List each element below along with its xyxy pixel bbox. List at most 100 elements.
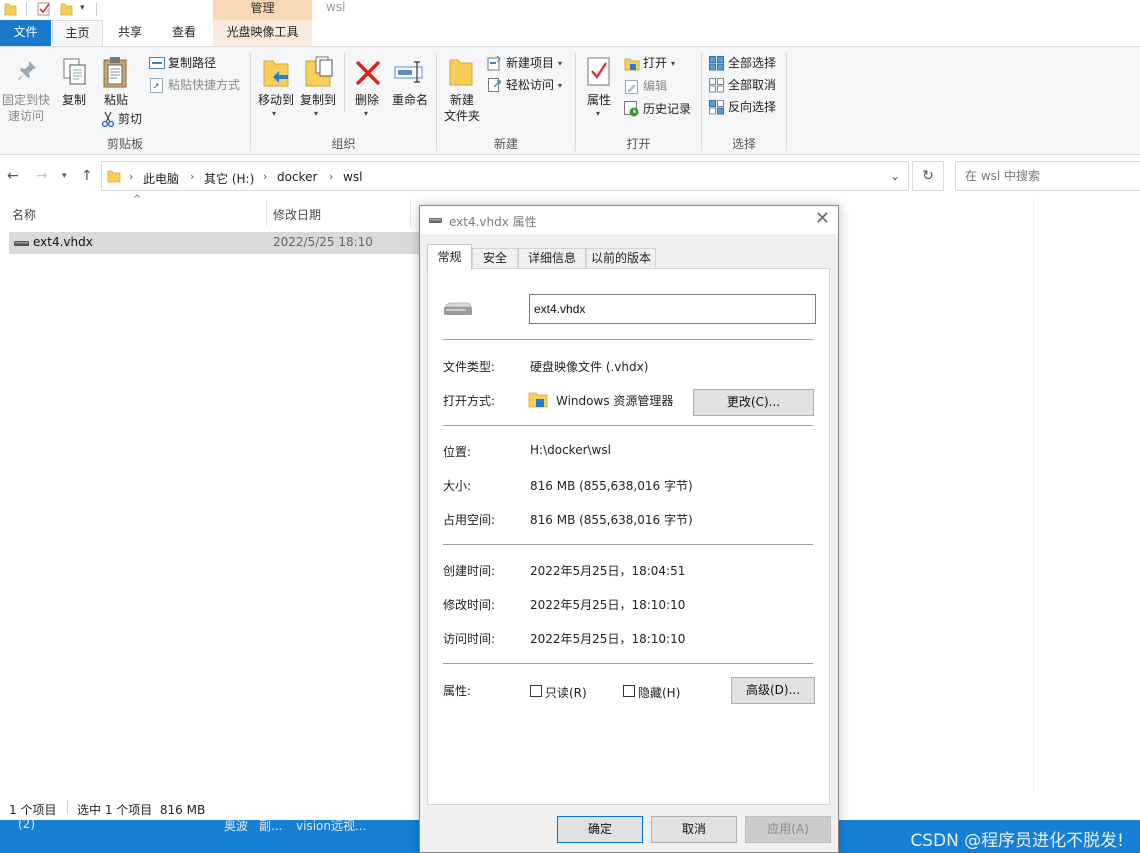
- customize-toolbar-icon[interactable]: ▾: [80, 3, 85, 17]
- file-explorer-icon: [528, 389, 548, 409]
- up-arrow-icon[interactable]: ↑: [81, 168, 93, 184]
- hidden-checkbox[interactable]: [623, 685, 635, 697]
- history-button[interactable]: 历史记录: [643, 101, 691, 117]
- readonly-label[interactable]: 只读(R): [545, 684, 587, 701]
- tab-security[interactable]: 安全: [472, 248, 518, 269]
- recent-locations-chevron-icon[interactable]: ▾: [62, 171, 67, 181]
- open-button[interactable]: 打开: [643, 55, 667, 71]
- group-label-select: 选择: [731, 137, 756, 151]
- tab-view[interactable]: 查看: [160, 20, 208, 46]
- tab-file[interactable]: 文件: [0, 20, 51, 46]
- close-icon[interactable]: ✕: [815, 209, 830, 229]
- address-dropdown-chevron-icon[interactable]: ⌄: [890, 169, 900, 183]
- forward-arrow-icon[interactable]: →: [36, 168, 48, 184]
- table-row[interactable]: ext4.vhdx 2022/5/25 18:10: [9, 232, 421, 254]
- select-all-button[interactable]: 全部选择: [728, 55, 776, 71]
- move-to-dropdown-icon[interactable]: ▾: [272, 106, 276, 122]
- copy-to-dropdown-icon[interactable]: ▾: [314, 106, 318, 122]
- tab-share[interactable]: 共享: [106, 20, 154, 46]
- taskbar-item[interactable]: (2): [18, 817, 35, 831]
- taskbar-item[interactable]: vision远视...: [296, 817, 366, 834]
- toolbar-divider: [96, 2, 97, 16]
- easy-access-dropdown-icon[interactable]: ▾: [558, 78, 562, 94]
- folder-icon: [107, 169, 121, 183]
- cut-button[interactable]: 剪切: [118, 111, 142, 127]
- delete-dropdown-icon[interactable]: ▾: [364, 106, 368, 122]
- paste-shortcut-icon: [150, 78, 163, 93]
- new-folder-button[interactable]: 新建 文件夹: [440, 92, 484, 124]
- ribbon-tabs: 文件 主页 共享 查看 光盘映像工具: [0, 20, 1140, 47]
- title-bar: ▾ 管理 wsl: [0, 0, 1140, 20]
- advanced-button[interactable]: 高级(D)...: [731, 677, 815, 704]
- breadcrumb-separator-icon[interactable]: ›: [190, 170, 194, 183]
- context-tab-group: 管理: [213, 0, 312, 20]
- back-arrow-icon[interactable]: ←: [7, 168, 19, 184]
- attributes-label: 属性:: [443, 684, 472, 698]
- pin-to-quick-access-button[interactable]: 固定到快 速访问: [0, 92, 52, 124]
- address-bar[interactable]: › 此电脑 › 其它 (H:) › docker › wsl ⌄: [101, 161, 909, 191]
- new-folder-icon[interactable]: [60, 2, 73, 16]
- search-input[interactable]: [955, 161, 1140, 191]
- change-button[interactable]: 更改(C)...: [693, 389, 814, 416]
- rename-icon: [394, 59, 426, 85]
- breadcrumb-separator-icon[interactable]: ›: [263, 170, 267, 183]
- invert-selection-button[interactable]: 反向选择: [728, 99, 776, 115]
- properties-checkmark-icon[interactable]: [37, 2, 51, 16]
- size-on-disk-value: 816 MB (855,638,016 字节): [530, 513, 693, 527]
- file-name-input[interactable]: [529, 294, 816, 324]
- paste-shortcut-button[interactable]: 粘贴快捷方式: [168, 77, 240, 93]
- sort-ascending-chevron-icon[interactable]: ^: [133, 194, 141, 205]
- file-type-value: 硬盘映像文件 (.vhdx): [530, 360, 649, 374]
- rename-button[interactable]: 重命名: [390, 92, 430, 108]
- taskbar-item[interactable]: 奥波: [224, 817, 248, 834]
- readonly-checkbox[interactable]: [530, 685, 542, 697]
- tab-general[interactable]: 常规: [427, 244, 472, 270]
- group-divider: [344, 53, 345, 113]
- breadcrumb-drive-h[interactable]: 其它 (H:): [204, 170, 254, 187]
- ok-button[interactable]: 确定: [557, 816, 643, 843]
- column-header-modified[interactable]: 修改日期: [273, 206, 321, 223]
- hidden-label[interactable]: 隐藏(H): [638, 684, 680, 701]
- open-with-value: Windows 资源管理器: [556, 394, 674, 408]
- status-selection: 选中 1 个项目 816 MB: [77, 803, 206, 817]
- select-none-button[interactable]: 全部取消: [728, 77, 776, 93]
- tab-home[interactable]: 主页: [52, 20, 103, 47]
- copy-path-icon: [149, 57, 165, 69]
- tab-details[interactable]: 详细信息: [518, 248, 586, 269]
- copy-button[interactable]: 复制: [58, 92, 90, 108]
- open-with-label: 打开方式:: [443, 394, 496, 408]
- breadcrumb-this-pc[interactable]: 此电脑: [143, 170, 179, 187]
- dialog-title-bar[interactable]: ext4.vhdx 属性 ✕: [420, 206, 838, 234]
- column-divider[interactable]: [410, 200, 411, 226]
- pin-label-line1: 固定到快: [1, 93, 50, 107]
- column-header-name[interactable]: 名称: [12, 206, 36, 223]
- tab-disc-image-tools[interactable]: 光盘映像工具: [213, 20, 312, 46]
- apply-button[interactable]: 应用(A): [745, 816, 831, 843]
- size-label: 大小:: [443, 479, 472, 493]
- easy-access-button[interactable]: 轻松访问: [506, 77, 554, 93]
- easy-access-icon: [488, 78, 503, 93]
- paste-button[interactable]: 粘贴: [100, 92, 132, 108]
- copy-path-button[interactable]: 复制路径: [168, 55, 216, 71]
- cancel-button[interactable]: 取消: [651, 816, 737, 843]
- new-item-dropdown-icon[interactable]: ▾: [558, 56, 562, 72]
- breadcrumb-separator-icon[interactable]: ›: [129, 170, 133, 183]
- disk-image-file-icon: [429, 217, 443, 225]
- new-folder-label-line1: 新建: [449, 93, 474, 107]
- refresh-button[interactable]: ↻: [912, 161, 944, 191]
- taskbar-item[interactable]: 副...: [259, 817, 282, 834]
- tab-previous-versions[interactable]: 以前的版本: [586, 248, 656, 269]
- history-icon: [624, 101, 640, 117]
- breadcrumb-wsl[interactable]: wsl: [343, 170, 362, 184]
- new-item-button[interactable]: 新建项目: [506, 55, 554, 71]
- breadcrumb-docker[interactable]: docker: [277, 170, 317, 184]
- edit-button[interactable]: 编辑: [643, 78, 667, 94]
- breadcrumb-separator-icon[interactable]: ›: [329, 170, 333, 183]
- modified-value: 2022年5月25日，18:10:10: [530, 598, 686, 612]
- general-tab-panel: 文件类型: 硬盘映像文件 (.vhdx) 打开方式: Windows 资源管理器…: [427, 268, 830, 805]
- properties-dropdown-icon[interactable]: ▾: [596, 106, 600, 122]
- status-item-count: 1 个项目: [9, 803, 57, 817]
- open-dropdown-icon[interactable]: ▾: [671, 56, 675, 72]
- column-divider[interactable]: [266, 200, 267, 226]
- folder-icon[interactable]: [4, 2, 17, 16]
